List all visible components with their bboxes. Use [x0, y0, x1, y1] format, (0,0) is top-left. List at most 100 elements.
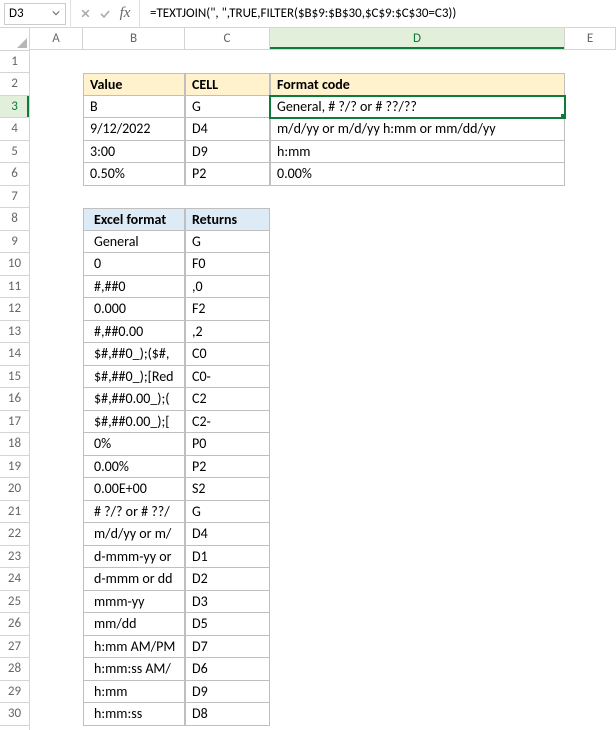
row-header[interactable]: 1 — [0, 51, 30, 74]
cell[interactable]: D2 — [185, 568, 270, 591]
row-header[interactable]: 14 — [0, 343, 30, 366]
cell[interactable]: Excel format — [83, 208, 185, 231]
cell[interactable] — [565, 523, 616, 546]
cell[interactable] — [30, 411, 83, 434]
cell[interactable] — [30, 433, 83, 456]
cell[interactable] — [565, 568, 616, 591]
cell[interactable]: d-mmm-yy or — [83, 546, 185, 569]
column-header[interactable]: E — [565, 28, 616, 50]
cell[interactable]: D5 — [185, 613, 270, 636]
cell[interactable] — [565, 726, 616, 730]
cell[interactable]: ,0 — [185, 276, 270, 299]
cell[interactable] — [30, 231, 83, 254]
row-header[interactable]: 22 — [0, 523, 30, 546]
cell[interactable] — [30, 613, 83, 636]
cell[interactable] — [185, 726, 270, 730]
cell[interactable] — [565, 478, 616, 501]
cell[interactable]: P0 — [185, 433, 270, 456]
cell[interactable] — [270, 298, 565, 321]
cell[interactable] — [565, 433, 616, 456]
row-header[interactable]: 3 — [0, 96, 30, 119]
cell[interactable]: General, # ?/? or # ??/?? — [270, 96, 565, 119]
cell[interactable]: 0% — [83, 433, 185, 456]
chevron-down-icon[interactable] — [51, 6, 61, 21]
cell[interactable] — [185, 186, 270, 209]
row-header[interactable]: 31 — [0, 726, 30, 730]
cell[interactable] — [30, 658, 83, 681]
cell[interactable] — [565, 253, 616, 276]
cell[interactable] — [565, 231, 616, 254]
cell[interactable]: C2- — [185, 411, 270, 434]
cell[interactable] — [270, 568, 565, 591]
cell[interactable] — [270, 523, 565, 546]
row-header[interactable]: 28 — [0, 658, 30, 681]
cell[interactable] — [30, 73, 83, 96]
cell[interactable] — [565, 163, 616, 186]
cell[interactable] — [270, 366, 565, 389]
enter-formula-button[interactable] — [95, 3, 115, 25]
cell[interactable] — [565, 186, 616, 209]
cell[interactable]: mmm-yy — [83, 591, 185, 614]
row-header[interactable]: 2 — [0, 73, 30, 96]
cell[interactable]: 0.00% — [270, 163, 565, 186]
cell[interactable] — [30, 141, 83, 164]
row-header[interactable]: 23 — [0, 546, 30, 569]
cell[interactable] — [30, 343, 83, 366]
row-header[interactable]: 11 — [0, 276, 30, 299]
cell[interactable]: m/d/yy or m/d/yy h:mm or mm/dd/yy — [270, 118, 565, 141]
cell[interactable] — [270, 276, 565, 299]
cell[interactable]: h:mm — [83, 681, 185, 704]
cell[interactable] — [30, 298, 83, 321]
cell[interactable]: F2 — [185, 298, 270, 321]
cell[interactable] — [83, 726, 185, 730]
cell[interactable] — [565, 321, 616, 344]
column-header[interactable]: D — [270, 28, 565, 50]
cell[interactable]: D4 — [185, 118, 270, 141]
cell[interactable] — [270, 388, 565, 411]
cell[interactable] — [565, 343, 616, 366]
cell[interactable] — [30, 456, 83, 479]
row-header[interactable]: 16 — [0, 388, 30, 411]
cell[interactable] — [30, 321, 83, 344]
cell[interactable]: D7 — [185, 636, 270, 659]
cell[interactable]: $#,##0_);($#, — [83, 343, 185, 366]
cell[interactable] — [83, 51, 185, 74]
cell[interactable] — [30, 253, 83, 276]
cell[interactable] — [30, 726, 83, 730]
cell[interactable] — [565, 276, 616, 299]
cell[interactable]: h:mm:ss AM/ — [83, 658, 185, 681]
cell[interactable] — [30, 208, 83, 231]
cell[interactable]: d-mmm or dd — [83, 568, 185, 591]
cell[interactable]: #,##0.00 — [83, 321, 185, 344]
cell[interactable]: CELL — [185, 73, 270, 96]
row-header[interactable]: 5 — [0, 141, 30, 164]
cell[interactable]: D9 — [185, 141, 270, 164]
cell[interactable] — [565, 501, 616, 524]
cell[interactable] — [30, 568, 83, 591]
cell[interactable] — [565, 298, 616, 321]
cell[interactable] — [270, 411, 565, 434]
row-header[interactable]: 18 — [0, 433, 30, 456]
row-header[interactable]: 26 — [0, 613, 30, 636]
cell[interactable]: 0.50% — [83, 163, 185, 186]
cell[interactable] — [30, 51, 83, 74]
cell[interactable]: $#,##0.00_);[ — [83, 411, 185, 434]
cell[interactable] — [270, 51, 565, 74]
row-header[interactable]: 8 — [0, 208, 30, 231]
formula-input[interactable]: =TEXTJOIN(", ",TRUE,FILTER($B$9:$B$30,$C… — [144, 4, 616, 23]
cell[interactable] — [565, 613, 616, 636]
cell[interactable] — [565, 456, 616, 479]
cell[interactable]: 0.000 — [83, 298, 185, 321]
cell[interactable]: #,##0 — [83, 276, 185, 299]
row-header[interactable]: 25 — [0, 591, 30, 614]
row-header[interactable]: 19 — [0, 456, 30, 479]
row-header[interactable]: 30 — [0, 703, 30, 726]
cell[interactable] — [565, 411, 616, 434]
row-header[interactable]: 17 — [0, 411, 30, 434]
cell[interactable]: C0 — [185, 343, 270, 366]
cell[interactable] — [270, 343, 565, 366]
cell[interactable] — [565, 96, 616, 119]
row-header[interactable]: 24 — [0, 568, 30, 591]
cell[interactable] — [30, 478, 83, 501]
cell[interactable]: D9 — [185, 681, 270, 704]
